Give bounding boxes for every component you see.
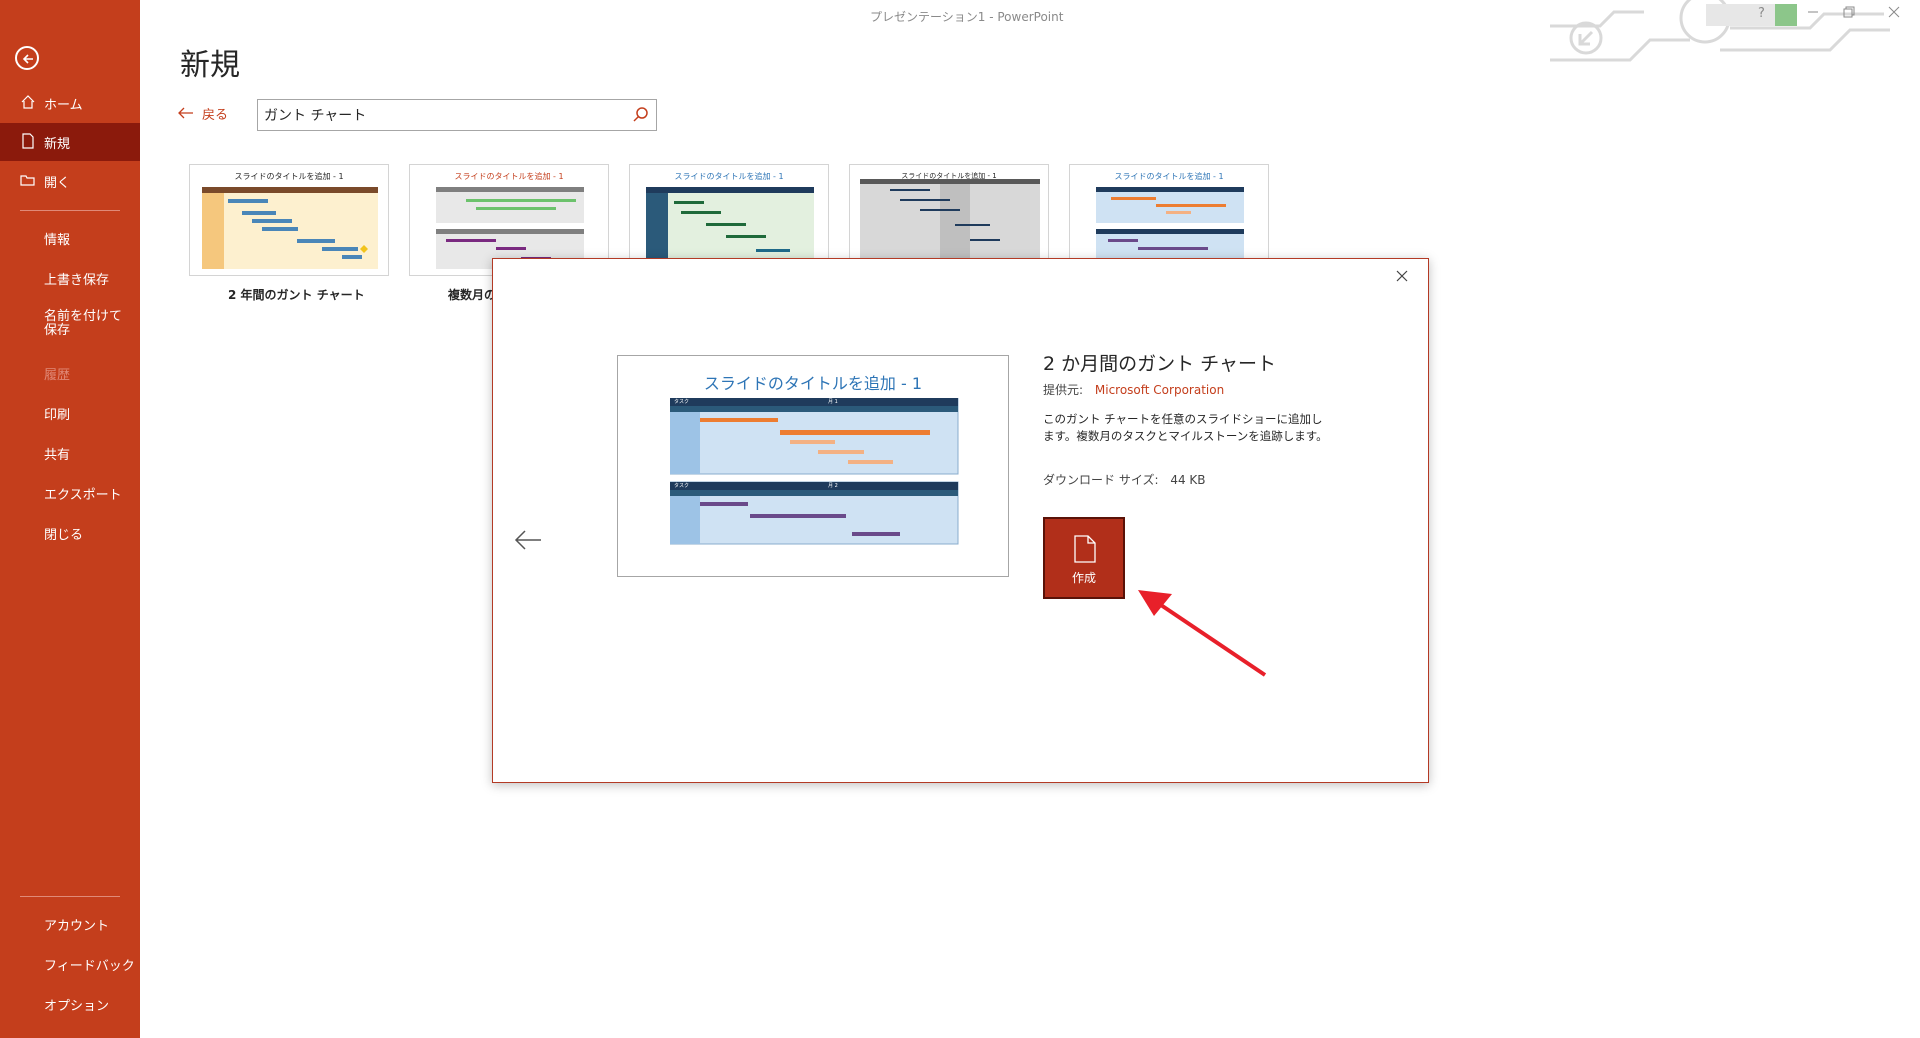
provider-line: 提供元: Microsoft Corporation <box>1043 381 1224 398</box>
sidebar-item-info[interactable]: 情報 <box>0 219 140 257</box>
sidebar-item-close[interactable]: 閉じる <box>0 514 140 552</box>
create-button[interactable]: 作成 <box>1043 517 1125 599</box>
restore-icon[interactable] <box>1843 6 1855 22</box>
sidebar-item-label: 開く <box>44 175 71 191</box>
sidebar-item-new[interactable]: 新規 <box>0 123 140 161</box>
preview-header-month2: 月 2 <box>828 483 838 489</box>
back-link-label: 戻る <box>202 108 229 123</box>
sidebar-item-label: 共有 <box>44 447 71 463</box>
download-size-label: ダウンロード サイズ: <box>1043 473 1159 487</box>
sidebar-item-label: 情報 <box>44 232 71 248</box>
sidebar-item-label: ホーム <box>44 97 83 113</box>
sidebar-item-label: 印刷 <box>44 407 71 423</box>
template-thumbnail-title: スライドのタイトルを追加 - 1 <box>234 172 344 181</box>
sidebar-item-label: 履歴 <box>44 367 71 383</box>
sidebar-item-label: アカウント <box>44 918 110 934</box>
back-arrow-icon[interactable] <box>15 46 39 70</box>
sidebar-item-label: 上書き保存 <box>44 272 110 288</box>
sidebar-item-label: エクスポート <box>44 487 122 503</box>
sidebar-item-account[interactable]: アカウント <box>0 905 140 943</box>
sidebar-item-label: フィードバック <box>44 958 135 974</box>
provider-value: Microsoft Corporation <box>1094 383 1225 397</box>
gantt-preview-graphic <box>860 179 1040 269</box>
sidebar-item-home[interactable]: ホーム <box>0 84 140 122</box>
sidebar-item-history: 履歴 <box>0 354 140 392</box>
page-title: 新規 <box>180 48 240 83</box>
minimize-icon[interactable] <box>1807 6 1819 22</box>
sidebar-item-save-as[interactable]: 名前を付けて保存 <box>0 304 130 350</box>
sidebar-item-save[interactable]: 上書き保存 <box>0 259 140 297</box>
create-button-label: 作成 <box>1071 571 1096 585</box>
template-preview-dialog: スライドのタイトルを追加 - 1 タスク 月 1 タスク 月 2 2 か月間のガ… <box>492 258 1429 783</box>
gantt-preview-graphic <box>646 187 814 269</box>
template-description: このガント チャートを任意のスライドショーに追加します。複数月のタスクとマイルス… <box>1043 412 1328 443</box>
sidebar-divider <box>20 210 120 211</box>
search-icon[interactable] <box>632 106 650 128</box>
download-size-value: 44 KB <box>1170 473 1206 487</box>
gantt-preview-graphic <box>436 187 584 269</box>
provider-label: 提供元: <box>1043 383 1084 397</box>
back-link[interactable]: 戻る <box>178 104 228 123</box>
download-size-line: ダウンロード サイズ: 44 KB <box>1043 471 1206 488</box>
sidebar-divider <box>20 896 120 897</box>
backstage-sidebar: ホーム 新規 開く 情報 上書き保存 名前を付けて保存 履歴 印刷 共有 エクス… <box>0 0 140 1038</box>
dialog-close-icon[interactable] <box>1392 267 1412 287</box>
open-folder-icon <box>20 172 40 190</box>
search-input[interactable] <box>258 100 618 130</box>
template-preview-image: スライドのタイトルを追加 - 1 タスク 月 1 タスク 月 2 <box>617 355 1009 577</box>
sidebar-item-label: オプション <box>44 998 110 1014</box>
preview-header-task-2: タスク <box>674 483 690 489</box>
preview-header-month1: 月 1 <box>828 399 838 405</box>
sidebar-item-share[interactable]: 共有 <box>0 434 140 472</box>
new-file-icon <box>20 133 40 151</box>
search-box <box>257 99 657 131</box>
sidebar-item-label: 閉じる <box>44 527 84 543</box>
new-document-icon <box>1074 535 1096 567</box>
template-caption: 複数月の <box>448 288 497 302</box>
preview-header-task: タスク <box>674 399 690 405</box>
home-icon <box>20 94 40 112</box>
gantt-preview-graphic <box>202 187 378 269</box>
sidebar-item-options[interactable]: オプション <box>0 985 140 1023</box>
template-caption: 2 年間のガント チャート <box>228 288 365 302</box>
template-title: 2 か月間のガント チャート <box>1043 353 1276 375</box>
sidebar-item-export[interactable]: エクスポート <box>0 474 140 512</box>
gantt-preview-graphic <box>670 398 959 545</box>
preview-slide-title: スライドのタイトルを追加 - 1 <box>703 374 923 393</box>
circuit-decoration-icon <box>1550 0 1890 62</box>
template-thumbnail-title: スライドのタイトルを追加 - 1 <box>1114 172 1224 181</box>
back-arrow-icon <box>178 104 194 123</box>
sidebar-item-label: 新規 <box>44 136 71 152</box>
sidebar-item-open[interactable]: 開く <box>0 162 140 200</box>
sidebar-item-print[interactable]: 印刷 <box>0 394 140 432</box>
sidebar-item-label: 名前を付けて保存 <box>44 309 123 338</box>
template-thumbnail-title: スライドのタイトルを追加 - 1 <box>674 172 784 181</box>
window-title: プレゼンテーション1 - PowerPoint <box>870 10 1064 24</box>
template-thumbnail-title: スライドのタイトルを追加 - 1 <box>454 172 564 181</box>
template-thumbnail[interactable]: スライドのタイトルを追加 - 1 <box>189 164 389 276</box>
title-bar: プレゼンテーション1 - PowerPoint ? <box>140 0 1920 62</box>
previous-template-arrow-icon[interactable] <box>513 529 543 555</box>
gantt-preview-graphic <box>1096 187 1244 269</box>
annotation-arrow-icon <box>1138 590 1267 677</box>
sidebar-item-feedback[interactable]: フィードバック <box>0 945 140 983</box>
window-close-icon[interactable] <box>1888 6 1900 22</box>
help-button[interactable]: ? <box>1758 6 1765 21</box>
